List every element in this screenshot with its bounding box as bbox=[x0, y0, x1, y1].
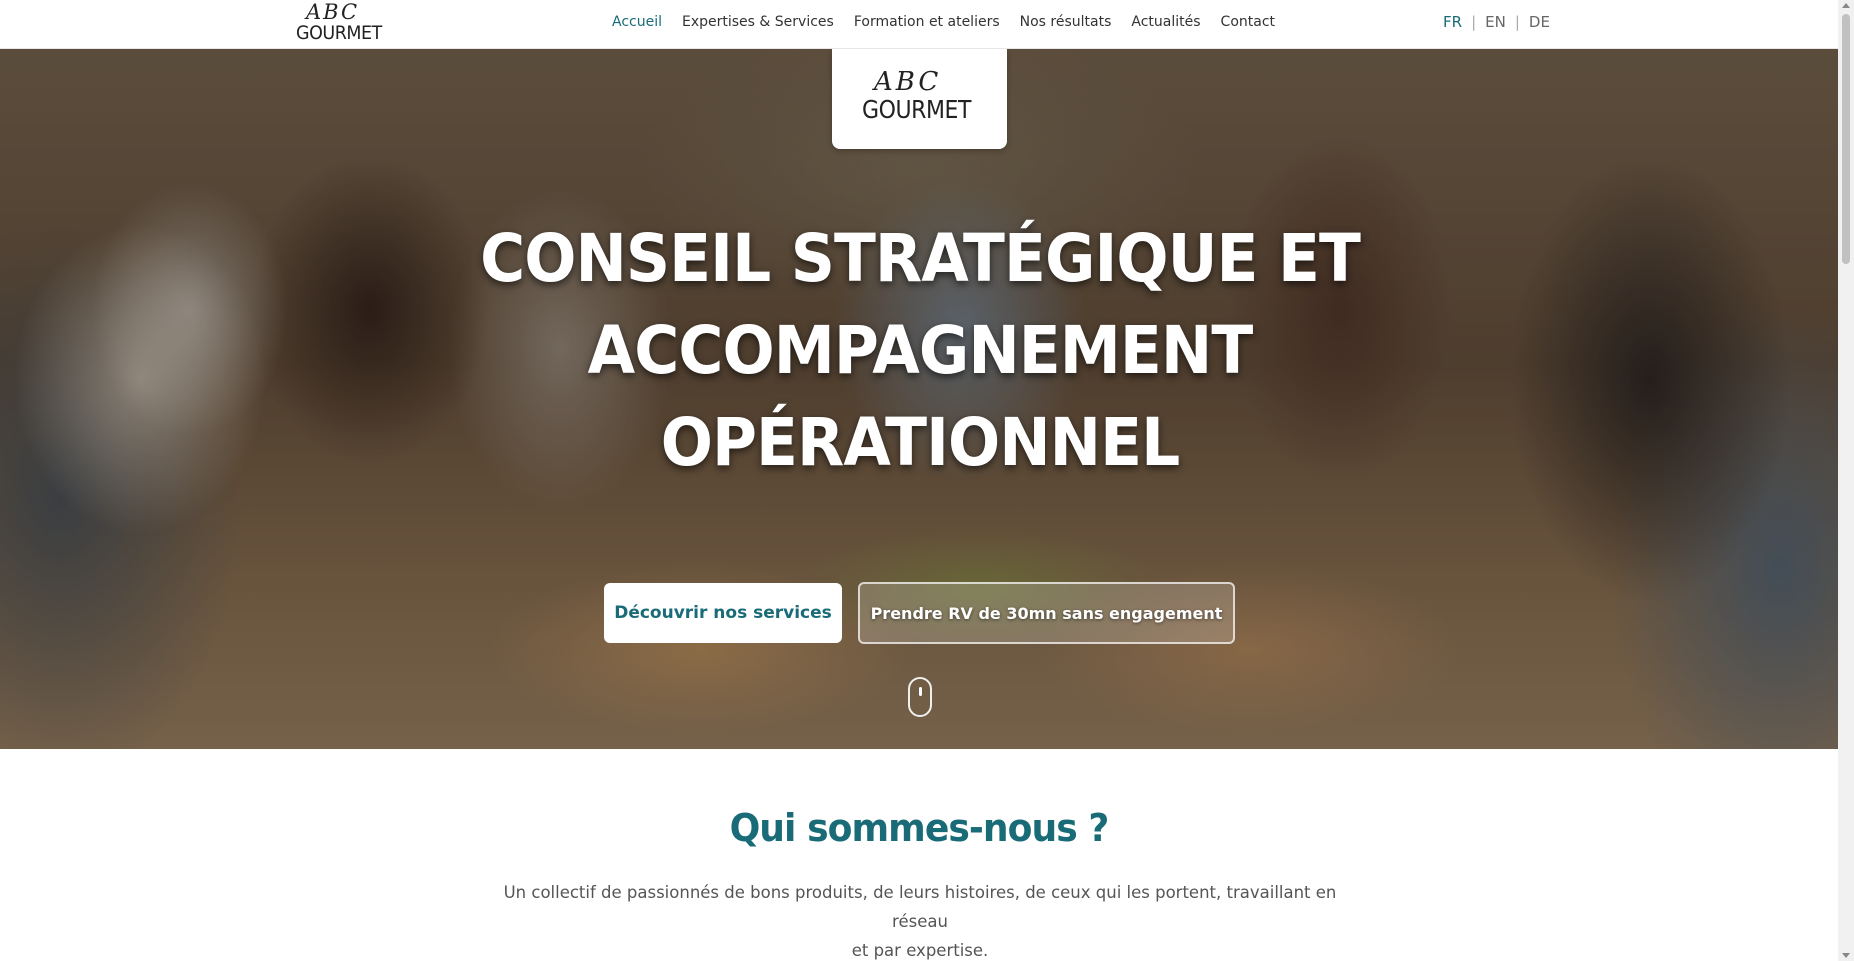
nav-item-actualites[interactable]: Actualités bbox=[1121, 14, 1210, 30]
lang-separator: | bbox=[1514, 13, 1520, 31]
hero-logo-word: GOURMET bbox=[862, 95, 971, 124]
nav-item-contact[interactable]: Contact bbox=[1211, 14, 1285, 30]
about-text-line: et par expertise. bbox=[851, 941, 989, 960]
about-text-line: Un collectif de passionnés de bons produ… bbox=[503, 883, 1337, 931]
brand-logo[interactable]: ABC GOURMET bbox=[296, 0, 386, 46]
language-switcher: FR | EN | DE bbox=[1443, 13, 1550, 31]
hero-title-line: OPÉRATIONNEL bbox=[660, 404, 1181, 481]
nav-item-resultats[interactable]: Nos résultats bbox=[1010, 14, 1122, 30]
nav-item-expertises[interactable]: Expertises & Services bbox=[672, 14, 844, 30]
scroll-up-arrow-icon[interactable] bbox=[1842, 3, 1850, 8]
book-appointment-button[interactable]: Prendre RV de 30mn sans engagement bbox=[858, 582, 1235, 644]
scroll-down-arrow-icon[interactable] bbox=[1842, 953, 1850, 958]
hero-title-line: CONSEIL STRATÉGIQUE ET bbox=[480, 220, 1361, 297]
page-scrollbar[interactable] bbox=[1838, 0, 1854, 961]
discover-services-button[interactable]: Découvrir nos services bbox=[604, 583, 842, 643]
lang-fr[interactable]: FR bbox=[1443, 13, 1462, 31]
hero-logo-script: ABC bbox=[874, 67, 942, 97]
lang-de[interactable]: DE bbox=[1529, 13, 1550, 31]
about-text: Un collectif de passionnés de bons produ… bbox=[480, 878, 1360, 961]
nav-item-formation[interactable]: Formation et ateliers bbox=[844, 14, 1010, 30]
scroll-down-icon[interactable] bbox=[908, 677, 932, 717]
nav-item-accueil[interactable]: Accueil bbox=[602, 14, 672, 30]
about-title: Qui sommes-nous ? bbox=[729, 806, 1110, 850]
hero-logo-card: ABC GOURMET bbox=[832, 49, 1007, 149]
logo-word-text: GOURMET bbox=[296, 22, 382, 44]
hero-section: ABC GOURMET CONSEIL STRATÉGIQUE ET ACCOM… bbox=[0, 49, 1838, 749]
hero-title-line: ACCOMPAGNEMENT bbox=[587, 312, 1254, 389]
scrollbar-thumb[interactable] bbox=[1842, 14, 1850, 264]
logo-script-text: ABC bbox=[306, 0, 360, 24]
hero-title: CONSEIL STRATÉGIQUE ET ACCOMPAGNEMENT OP… bbox=[474, 213, 1367, 489]
top-navbar: ABC GOURMET Accueil Expertises & Service… bbox=[0, 0, 1838, 49]
lang-separator: | bbox=[1471, 13, 1477, 31]
lang-en[interactable]: EN bbox=[1485, 13, 1506, 31]
main-navigation: Accueil Expertises & Services Formation … bbox=[602, 14, 1285, 30]
